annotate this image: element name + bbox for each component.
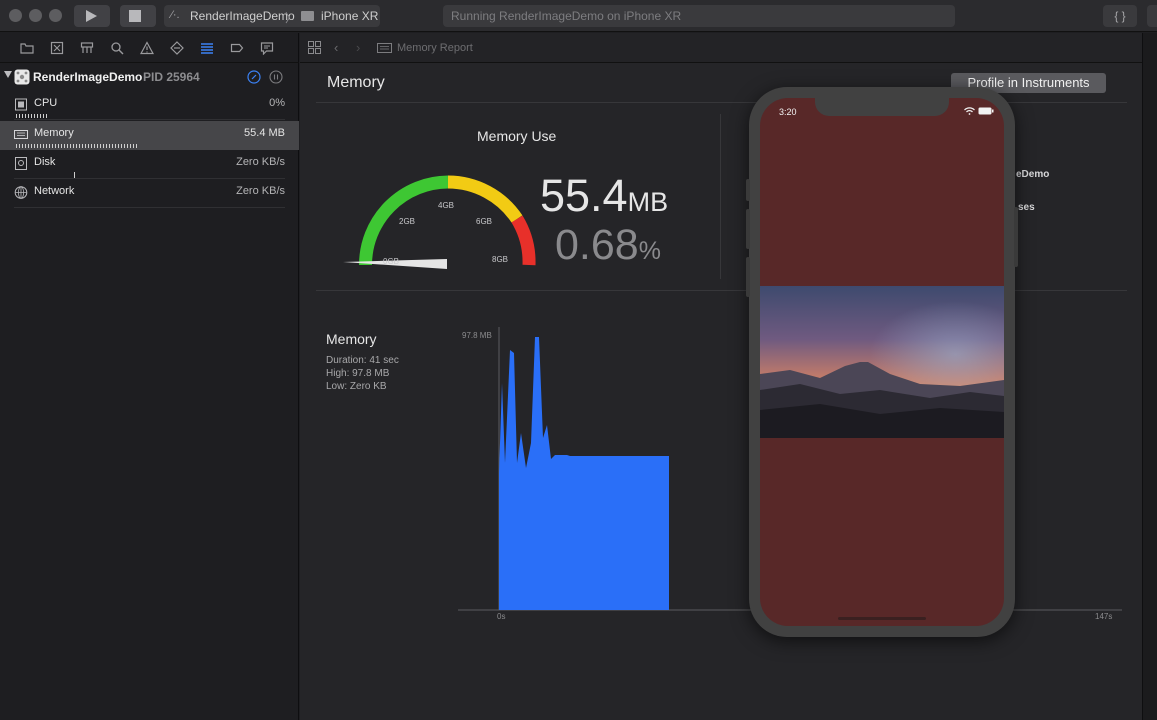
memory-sparkline — [16, 144, 139, 148]
process-name: RenderImageDemo — [33, 70, 143, 84]
gauge-label-8: 8GB — [492, 255, 508, 264]
navigator-selector-bar — [0, 33, 299, 63]
memory-usage-area — [499, 337, 669, 610]
gauge-name: CPU — [34, 97, 58, 109]
breakpoint-icon[interactable] — [230, 41, 244, 55]
process-info-icon[interactable] — [247, 70, 261, 84]
scheme-icon: ⁄·. — [171, 9, 180, 21]
home-indicator — [838, 617, 926, 620]
memory-use-title: Memory Use — [477, 128, 557, 144]
close-window-button[interactable] — [9, 9, 22, 22]
network-icon — [14, 186, 28, 199]
gauge-label-6: 6GB — [476, 217, 492, 226]
gauge-row-memory[interactable]: Memory 55.4 MB — [0, 121, 299, 150]
stop-button[interactable] — [120, 5, 156, 27]
activity-status: Running RenderImageDemo on iPhone XR — [443, 5, 955, 27]
gauge-label-4: 4GB — [438, 201, 454, 210]
graph-duration: Duration: 41 sec — [326, 355, 399, 366]
disk-icon — [15, 157, 27, 170]
graph-title: Memory — [326, 331, 377, 347]
app-icon — [14, 69, 30, 85]
memory-gauge: 0GB 2GB 4GB 6GB 8GB — [343, 175, 536, 269]
scheme-selector[interactable]: ⁄·. RenderImageDemo 〉 iPhone XR — [164, 5, 380, 27]
stop-icon — [129, 10, 141, 22]
sunset-mountain-image — [760, 286, 1004, 438]
gauge-arc-red — [511, 215, 536, 266]
minimize-window-button[interactable] — [29, 9, 42, 22]
partial-label: eDemo — [1016, 169, 1050, 180]
memory-report-editor: ‹ › Memory Report Memory Profile in Inst… — [300, 33, 1142, 720]
gauge-name: Network — [34, 185, 75, 197]
toolbar: ⁄·. RenderImageDemo 〉 iPhone XR Running … — [0, 0, 1157, 32]
notch — [815, 98, 949, 116]
page-title: Memory — [327, 74, 385, 91]
graph-low: Low: Zero KB — [326, 381, 387, 392]
gauge-label-2: 2GB — [399, 217, 415, 226]
simulator-screen[interactable]: 3:20 — [760, 98, 1004, 626]
device-icon — [301, 11, 314, 21]
debug-navigator-icon[interactable] — [200, 41, 214, 55]
volume-down-button[interactable] — [746, 257, 750, 297]
search-icon[interactable] — [110, 41, 124, 55]
gauge-value: Zero KB/s — [236, 185, 285, 197]
gauge-value: Zero KB/s — [236, 156, 285, 168]
process-pid: PID 25964 — [143, 70, 200, 84]
cpu-sparkline — [16, 114, 49, 118]
volume-up-button[interactable] — [746, 209, 750, 249]
warning-icon[interactable] — [140, 41, 154, 55]
graph-high: High: 97.8 MB — [326, 368, 390, 379]
wifi-icon — [964, 107, 975, 115]
partial-label: ses — [1018, 202, 1035, 213]
folder-icon[interactable] — [20, 41, 34, 55]
forward-arrow-icon[interactable]: › — [356, 40, 360, 55]
power-button[interactable] — [1014, 207, 1018, 267]
report-icon[interactable] — [260, 41, 274, 55]
iphone-simulator[interactable]: 3:20 — [746, 87, 1018, 637]
play-icon — [86, 10, 97, 22]
device-name[interactable]: iPhone XR — [321, 9, 378, 23]
chevron-right-icon: 〉 — [285, 11, 298, 25]
battery-icon — [978, 107, 994, 115]
disclosure-triangle-icon[interactable] — [4, 71, 12, 78]
memory-value: 55.4MB — [540, 170, 669, 221]
cpu-icon — [15, 98, 27, 111]
library-button[interactable]: { } — [1103, 5, 1137, 27]
x-axis-end-label: 147s — [1095, 612, 1113, 621]
status-time: 3:20 — [779, 107, 797, 117]
x-axis-start-label: 0s — [497, 612, 506, 621]
gauge-label-0: 0GB — [383, 257, 399, 266]
memory-report-icon — [377, 43, 392, 53]
zoom-window-button[interactable] — [49, 9, 62, 22]
inspector-edge — [1142, 33, 1157, 720]
gauge-value: 0% — [269, 97, 285, 109]
gauge-row-cpu[interactable]: CPU 0% — [0, 91, 299, 120]
gauge-arc-yellow — [447, 175, 523, 223]
pause-process-icon[interactable] — [269, 70, 283, 84]
symbol-navigator-icon[interactable] — [80, 41, 94, 55]
debug-navigator: RenderImageDemo PID 25964 CPU 0% Memory … — [0, 33, 299, 720]
gauge-name: Memory — [34, 127, 74, 139]
gauge-row-network[interactable]: Network Zero KB/s — [0, 179, 299, 208]
gauge-name: Disk — [34, 156, 56, 168]
related-items-icon[interactable] — [308, 41, 321, 54]
vertical-divider — [720, 114, 721, 279]
test-diamond-icon[interactable] — [170, 41, 184, 55]
gauge-row-disk[interactable]: Disk Zero KB/s — [0, 150, 299, 179]
mute-switch[interactable] — [746, 179, 750, 201]
source-control-icon[interactable] — [50, 41, 64, 55]
jump-bar: ‹ › Memory Report — [300, 33, 1142, 63]
process-row[interactable]: RenderImageDemo PID 25964 — [0, 68, 299, 88]
scheme-target[interactable]: RenderImageDemo — [190, 9, 295, 23]
memory-icon — [14, 130, 28, 139]
breadcrumb[interactable]: Memory Report — [397, 42, 473, 54]
gauge-value: 55.4 MB — [244, 127, 285, 139]
run-button[interactable] — [74, 5, 110, 27]
back-arrow-icon[interactable]: ‹ — [334, 40, 338, 55]
editor-options-button[interactable] — [1147, 5, 1157, 27]
memory-percent: 0.68% — [555, 221, 661, 269]
